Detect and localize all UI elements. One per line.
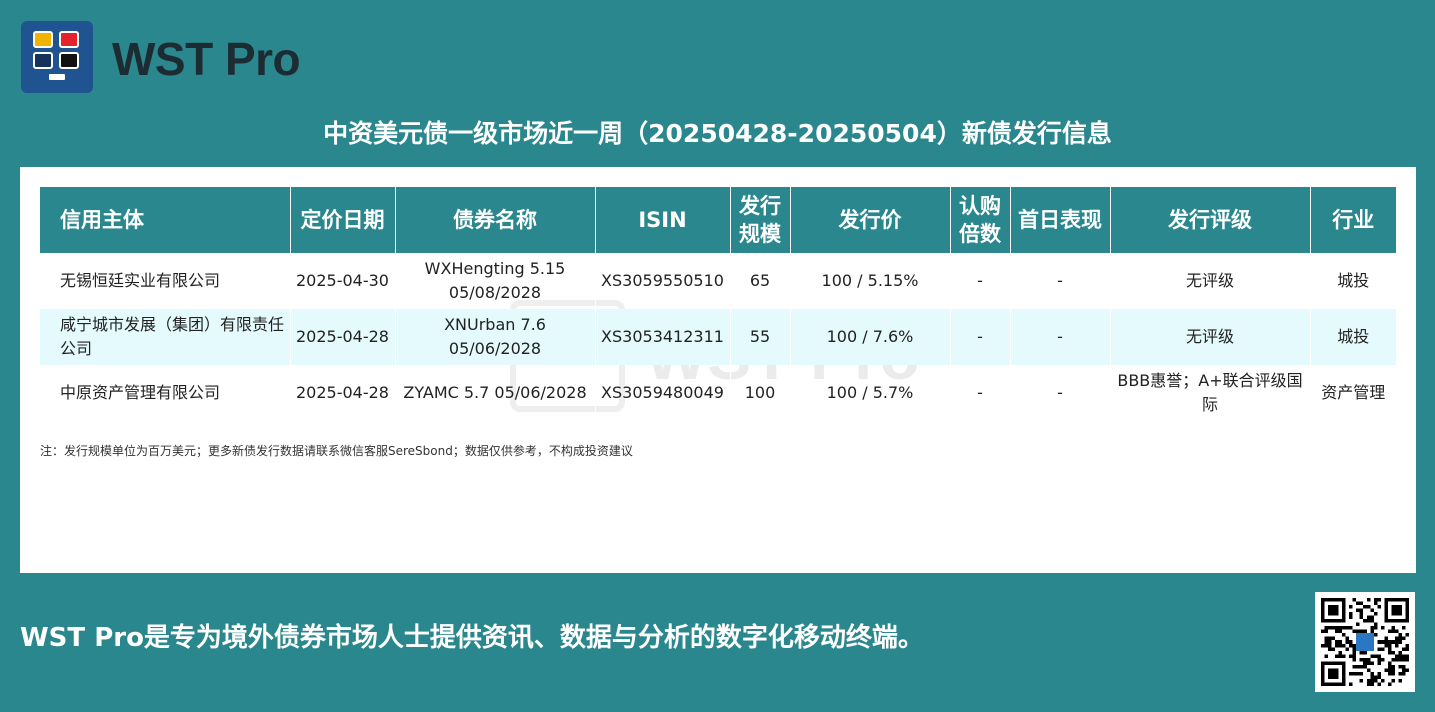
column-header: 发行评级 xyxy=(1110,187,1311,253)
industry-cell: 城投 xyxy=(1310,309,1396,365)
isin-cell: XS3059480049 xyxy=(595,365,731,421)
logo-icon xyxy=(21,21,93,93)
table-header-row: 信用主体 定价日期 债券名称 ISIN 发行规模 发行价 认购倍数 首日表现 发… xyxy=(40,187,1396,253)
footer-tagline: WST Pro是专为境外债券市场人士提供资讯、数据与分析的数字化移动终端。 xyxy=(20,623,924,653)
column-header: 债券名称 xyxy=(395,187,596,253)
rating-cell: 无评级 xyxy=(1110,309,1311,365)
issuer-cell: 咸宁城市发展（集团）有限责任公司 xyxy=(40,309,291,365)
issuer-cell: 中原资产管理有限公司 xyxy=(40,365,291,421)
rating-cell: 无评级 xyxy=(1110,253,1311,309)
table-row: 中原资产管理有限公司 2025-04-28 ZYAMC 5.7 05/06/20… xyxy=(40,365,1396,421)
table-row: 咸宁城市发展（集团）有限责任公司 2025-04-28 XNUrban 7.6 … xyxy=(40,309,1396,365)
size-cell: 55 xyxy=(730,309,791,365)
column-header: 定价日期 xyxy=(290,187,396,253)
page-title: 中资美元债一级市场近一周（20250428-20250504）新债发行信息 xyxy=(323,119,1112,148)
industry-cell: 资产管理 xyxy=(1321,383,1386,402)
column-header: 发行规模 xyxy=(730,187,791,253)
pricing-date-cell: 2025-04-30 xyxy=(290,253,396,309)
industry-cell: 城投 xyxy=(1337,271,1370,290)
footnote: 注：发行规模单位为百万美元；更多新债发行数据请联系微信客服SereSbond；数… xyxy=(40,444,633,458)
column-header: 认购倍数 xyxy=(950,187,1011,253)
column-header: 行业 xyxy=(1310,187,1396,253)
size-cell: 100 xyxy=(730,365,791,421)
issuer-cell: 无锡恒廷实业有限公司 xyxy=(40,253,291,309)
subscription-cell: - xyxy=(950,309,1011,365)
first-day-cell: - xyxy=(1010,309,1111,365)
column-header: ISIN xyxy=(595,187,731,253)
rating-cell: BBB惠誉；A+联合评级国际 xyxy=(1110,365,1311,421)
qr-code-icon xyxy=(1315,592,1415,692)
subscription-cell: - xyxy=(950,365,1011,421)
table-row: 无锡恒廷实业有限公司 2025-04-30 WXHengting 5.15 05… xyxy=(40,253,1396,309)
pricing-date-cell: 2025-04-28 xyxy=(290,365,396,421)
isin-cell: XS3059550510 xyxy=(595,253,731,309)
first-day-cell: - xyxy=(1010,365,1111,421)
size-cell: 65 xyxy=(730,253,791,309)
brand-name: WST Pro xyxy=(112,33,301,85)
bond-name-cell: ZYAMC 5.7 05/06/2028 xyxy=(395,365,596,421)
price-cell: 100 / 5.7% xyxy=(790,365,951,421)
price-cell: 100 / 5.15% xyxy=(790,253,951,309)
bond-name-cell: XNUrban 7.6 05/06/2028 xyxy=(395,309,596,365)
isin-cell: XS3053412311 xyxy=(595,309,731,365)
column-header: 发行价 xyxy=(790,187,951,253)
bond-table: 信用主体 定价日期 债券名称 ISIN 发行规模 发行价 认购倍数 首日表现 发… xyxy=(40,187,1396,421)
first-day-cell: - xyxy=(1010,253,1111,309)
pricing-date-cell: 2025-04-28 xyxy=(290,309,396,365)
price-cell: 100 / 7.6% xyxy=(790,309,951,365)
column-header: 首日表现 xyxy=(1010,187,1111,253)
bond-name-cell: WXHengting 5.15 05/08/2028 xyxy=(395,253,596,309)
column-header: 信用主体 xyxy=(40,187,291,253)
subscription-cell: - xyxy=(950,253,1011,309)
